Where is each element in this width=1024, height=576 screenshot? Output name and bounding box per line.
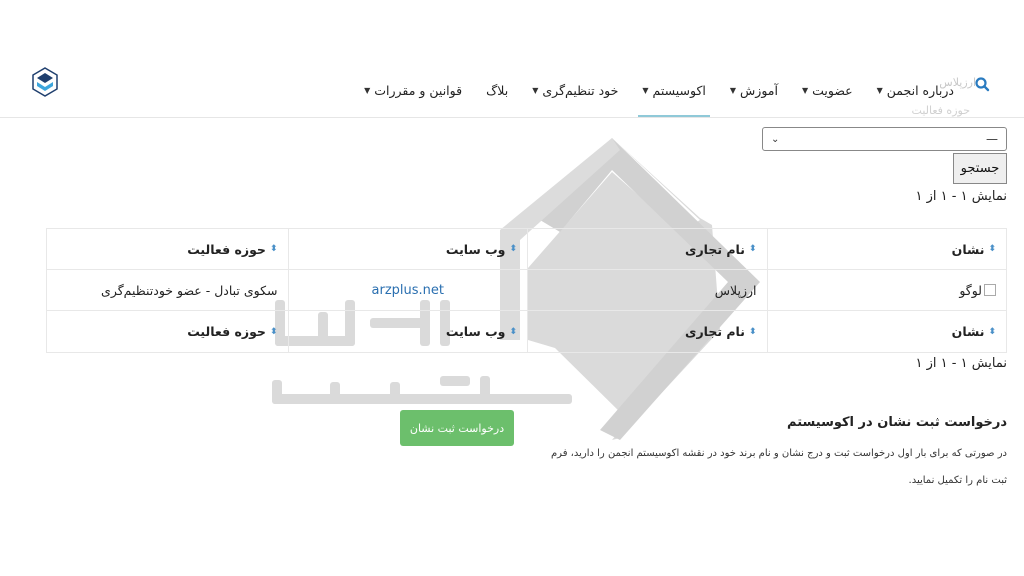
caret-down-icon: ▼: [801, 85, 809, 95]
header-label: وب سایت: [445, 241, 506, 257]
nav-item-self-regulation[interactable]: خود تنظیم‌گری ▼: [520, 74, 630, 106]
nav-label: عضویت: [812, 82, 853, 98]
column-footer-logo[interactable]: ⬍ نشان: [766, 311, 1007, 352]
brand-cell: ارزپلاس: [527, 270, 767, 310]
table-footer-row: ⬍ نشان ⬍ نام تجاری ⬍ وب سایت ⬍ حوزه فعال…: [47, 311, 1006, 352]
search-ghost-text: ارزپلاس: [939, 76, 976, 89]
nav-label: آموزش: [740, 82, 778, 98]
sort-icon: ⬍: [509, 326, 517, 337]
nav-item-blog[interactable]: بلاگ: [474, 74, 520, 106]
nav-label: قوانین و مقررات: [374, 82, 463, 98]
nav-item-membership[interactable]: عضویت ▼: [790, 74, 865, 106]
search-icon[interactable]: [974, 76, 990, 92]
sort-icon: ⬍: [509, 244, 517, 254]
sort-icon: ⬍: [988, 326, 996, 337]
nav-label: اکوسیستم: [652, 82, 706, 98]
caret-down-icon: ▼: [532, 85, 539, 95]
footer-label: نام تجاری: [685, 324, 745, 339]
sort-icon: ⬍: [988, 244, 996, 254]
site-logo-icon[interactable]: [32, 67, 58, 97]
main-nav: درباره انجمن ▼ عضویت ▼ آموزش ▼ اکوسیستم …: [352, 74, 966, 117]
footer-label: حوزه فعالیت: [187, 324, 266, 339]
select-value: —: [986, 132, 998, 146]
column-header-activity[interactable]: ⬍ حوزه فعالیت: [47, 229, 288, 269]
logo-alt-text: لوگو: [959, 282, 982, 298]
request-logo-button[interactable]: درخواست ثبت نشان: [400, 410, 514, 446]
column-footer-activity[interactable]: ⬍ حوزه فعالیت: [47, 311, 288, 352]
nav-label: خود تنظیم‌گری: [542, 82, 619, 98]
sort-icon: ⬍: [748, 244, 757, 254]
nav-item-education[interactable]: آموزش ▼: [718, 74, 790, 106]
sort-icon: ⬍: [748, 326, 757, 337]
site-header: درباره انجمن ▼ عضویت ▼ آموزش ▼ اکوسیستم …: [0, 62, 1024, 118]
column-footer-website[interactable]: ⬍ وب سایت: [287, 311, 528, 352]
table-row: لوگو ارزپلاس arzplus.net سکوی تبادل - عض…: [47, 270, 1006, 311]
table-header-row: ⬍ نشان ⬍ نام تجاری ⬍ وب سایت ⬍ حوزه فعال…: [47, 229, 1006, 270]
result-count-top: نمایش ۱ - ۱ از ۱: [915, 189, 1008, 204]
website-link[interactable]: arzplus.net: [287, 270, 528, 310]
caret-down-icon: ▼: [642, 85, 649, 95]
broken-image-icon: [984, 284, 996, 296]
chevron-down-icon: ⌄: [771, 133, 780, 145]
filter-ghost-label: حوزه فعالیت: [911, 104, 970, 117]
caret-down-icon: ▼: [364, 85, 371, 95]
footer-label: نشان: [951, 324, 985, 339]
nav-label: بلاگ: [486, 82, 509, 98]
header-label: حوزه فعالیت: [187, 241, 266, 257]
request-description: در صورتی که برای بار اول درخواست ثبت و د…: [550, 448, 1007, 486]
logo-cell: لوگو: [766, 270, 1007, 310]
header-label: نشان: [951, 241, 985, 257]
search-button[interactable]: جستجو: [953, 153, 1007, 184]
caret-down-icon: ▼: [876, 85, 883, 95]
nav-item-rules[interactable]: قوانین و مقررات ▼: [352, 74, 474, 106]
header-label: نام تجاری: [685, 241, 745, 257]
footer-label: وب سایت: [445, 324, 506, 339]
column-footer-brand[interactable]: ⬍ نام تجاری: [527, 311, 767, 352]
ecosystem-table: ⬍ نشان ⬍ نام تجاری ⬍ وب سایت ⬍ حوزه فعال…: [46, 228, 1007, 353]
activity-select[interactable]: ⌄ —: [762, 127, 1007, 151]
column-header-website[interactable]: ⬍ وب سایت: [287, 229, 528, 269]
result-count-bottom: نمایش ۱ - ۱ از ۱: [915, 356, 1008, 371]
request-title: درخواست ثبت نشان در اکوسیستم: [787, 415, 1007, 430]
column-header-brand[interactable]: ⬍ نام تجاری: [527, 229, 767, 269]
sort-icon: ⬍: [269, 326, 278, 337]
sort-icon: ⬍: [269, 244, 278, 254]
activity-cell: سکوی تبادل - عضو خودتنظیم‌گری: [101, 282, 278, 298]
column-header-logo[interactable]: ⬍ نشان: [766, 229, 1007, 269]
nav-item-ecosystem[interactable]: اکوسیستم ▼: [630, 74, 718, 117]
caret-down-icon: ▼: [729, 85, 737, 95]
